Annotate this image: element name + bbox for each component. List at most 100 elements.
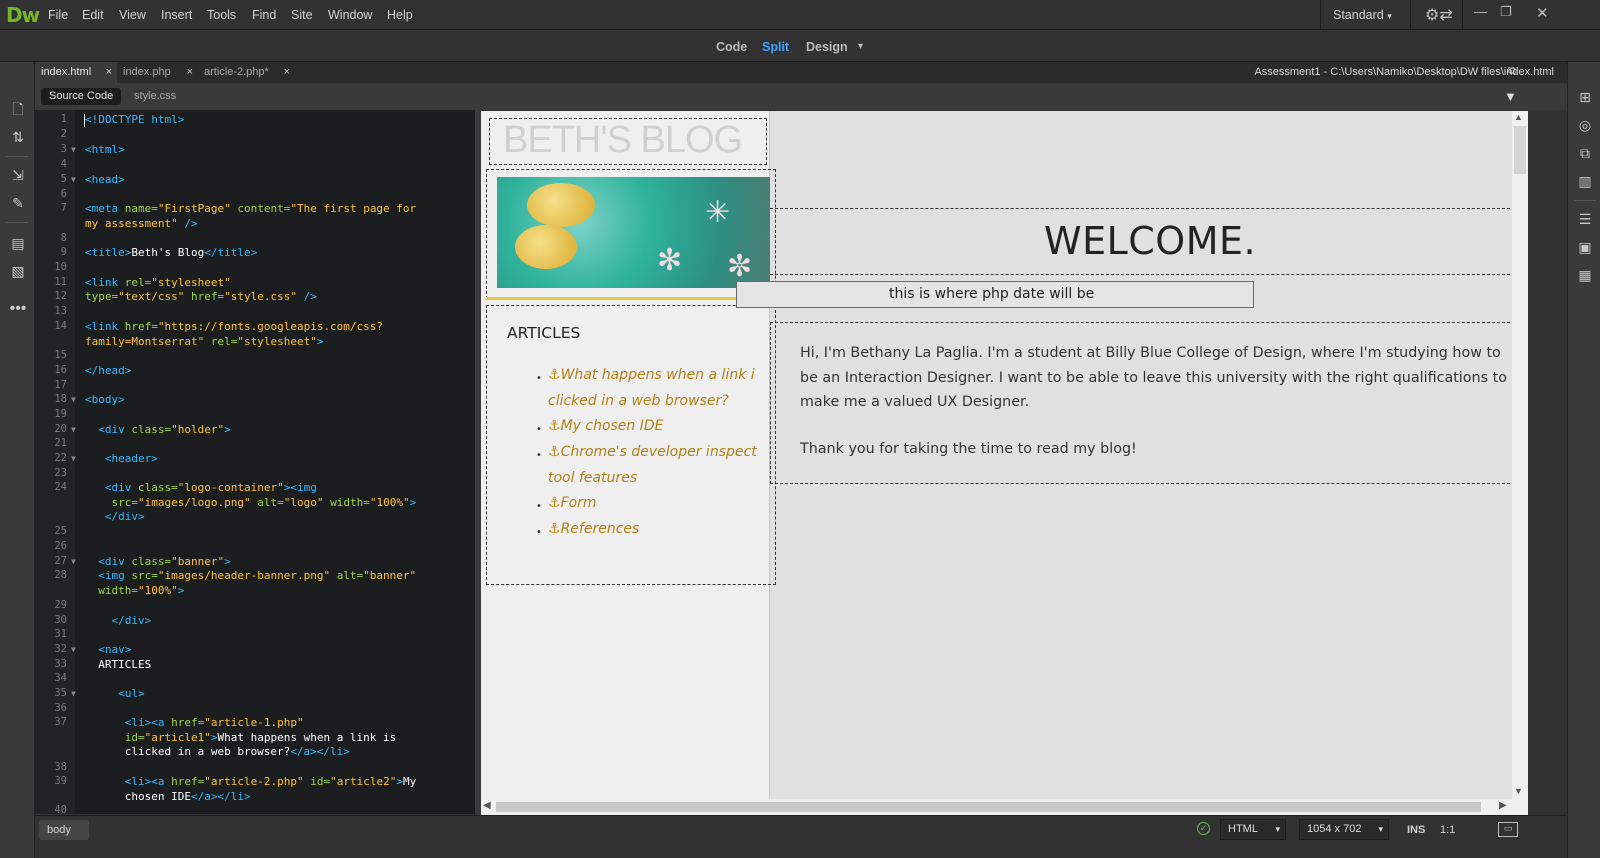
articles-heading: ARTICLES <box>507 324 581 342</box>
code-line[interactable]: <div class="holder"> <box>85 423 230 438</box>
fold-arrow-icon[interactable]: ▼ <box>71 557 76 566</box>
design-vertical-scrollbar[interactable] <box>1512 111 1528 799</box>
tab-article-2-php[interactable]: article-2.php* × <box>198 62 295 83</box>
article-link-3[interactable]: ⚓Chrome's developer inspect <box>548 444 757 460</box>
detach-window-icon[interactable]: ⧉ <box>1508 65 1516 78</box>
design-view-button[interactable]: Design <box>806 40 848 54</box>
restore-icon[interactable]: ❐ <box>1500 4 1512 20</box>
menu-edit[interactable]: Edit <box>82 8 104 22</box>
code-line[interactable]: <div class="logo-container"><img src="im… <box>85 481 416 525</box>
menu-site[interactable]: Site <box>291 8 313 22</box>
code-line[interactable]: type="text/css" href="style.css" /> <box>85 290 317 305</box>
workspace-switcher[interactable]: Standard ▾ <box>1333 8 1392 22</box>
close-tab-icon[interactable]: × <box>284 62 290 83</box>
menu-insert[interactable]: Insert <box>161 8 192 22</box>
code-line[interactable]: <html> <box>85 143 125 158</box>
new-document-icon[interactable]: 🗋 <box>9 100 27 118</box>
gear-sync-icon[interactable]: ⚙⇄ <box>1425 5 1453 25</box>
code-line[interactable]: <ul> <box>85 687 145 702</box>
close-icon[interactable]: ✕ <box>1536 4 1549 22</box>
code-view-button[interactable]: Code <box>716 40 747 54</box>
no-errors-icon[interactable]: ✓ <box>1197 822 1210 835</box>
snippets-panel-icon[interactable]: ▦ <box>1576 266 1594 284</box>
code-line[interactable]: <link href="https://fonts.googleapis.com… <box>85 320 383 349</box>
menu-window[interactable]: Window <box>328 8 372 22</box>
code-line[interactable]: <img src="images/header-banner.png" alt=… <box>85 569 416 598</box>
code-line[interactable]: <body> <box>85 393 125 408</box>
code-line[interactable]: <head> <box>85 173 125 188</box>
chevron-down-icon[interactable]: ▾ <box>858 41 863 52</box>
files-panel-icon[interactable]: ☰ <box>1576 210 1594 228</box>
code-line[interactable]: </head> <box>85 364 131 379</box>
insert-mode[interactable]: INS <box>1407 824 1425 836</box>
fold-arrow-icon[interactable]: ▼ <box>71 645 76 654</box>
code-line[interactable]: <li><a href="article-1.php" id="article1… <box>85 716 397 760</box>
expand-collapse-icon[interactable]: ⇲ <box>9 166 27 184</box>
status-bar: body ✓ HTML ▾ 1054 x 702 ▾ INS 1:1 ▭ <box>35 815 1567 858</box>
dom-panel-icon[interactable]: ⊞ <box>1576 88 1594 106</box>
menu-file[interactable]: File <box>48 8 68 22</box>
code-editor[interactable]: 1 <!DOCTYPE html> 2 3 ▼ <html> 4 5 ▼ <head> 6 7 <met… <box>35 110 475 814</box>
line-number: 2 <box>60 128 67 140</box>
code-line[interactable]: <div class="banner"> <box>85 555 230 570</box>
scroll-thumb[interactable] <box>1514 126 1526 174</box>
window-size-select[interactable]: 1054 x 702 ▾ <box>1299 819 1389 840</box>
line-number: 20 <box>54 423 67 435</box>
minimize-icon[interactable]: — <box>1474 4 1487 19</box>
close-tab-icon[interactable]: × <box>187 62 193 83</box>
article-link-1-cont[interactable]: clicked in a web browser? <box>548 393 729 409</box>
article-link-4[interactable]: ⚓Form <box>548 495 597 511</box>
fold-arrow-icon[interactable]: ▼ <box>71 425 76 434</box>
preview-device-icon[interactable]: ▭ <box>1498 822 1518 837</box>
fold-arrow-icon[interactable]: ▼ <box>71 689 76 698</box>
article-link-3-cont[interactable]: tool features <box>548 470 637 486</box>
code-line[interactable]: <header> <box>85 452 158 467</box>
code-line[interactable]: <title>Beth's Blog</title> <box>85 246 257 261</box>
code-line[interactable]: <link rel="stylesheet" <box>85 276 231 291</box>
more-options-icon[interactable]: ••• <box>9 300 27 318</box>
fold-arrow-icon[interactable]: ▼ <box>71 145 76 154</box>
code-line[interactable]: </div> <box>85 614 152 629</box>
insert-panel-icon[interactable]: ⧉ <box>1576 144 1594 162</box>
file-transfer-icon[interactable]: ⇅ <box>9 128 27 146</box>
article-link-2[interactable]: ⚓My chosen IDE <box>548 418 664 434</box>
article-link-1[interactable]: ⚓What happens when a link i <box>548 367 755 383</box>
fold-arrow-icon[interactable]: ▼ <box>71 454 76 463</box>
code-line[interactable]: <meta name="FirstPage" content="The firs… <box>85 202 416 231</box>
format-icon[interactable]: ✎ <box>9 194 27 212</box>
scroll-thumb[interactable] <box>496 802 1481 812</box>
code-line[interactable]: ARTICLES <box>85 658 151 673</box>
document-type-select[interactable]: HTML ▾ <box>1220 819 1286 840</box>
article-link-5[interactable]: ⚓References <box>548 521 639 537</box>
filter-icon[interactable]: ▼ <box>1504 89 1517 104</box>
code-line[interactable]: <li><a href="article-2.php" id="article2… <box>85 775 416 804</box>
scroll-up-arrow-icon[interactable]: ▲ <box>1514 112 1523 122</box>
menu-view[interactable]: View <box>119 8 146 22</box>
related-file-source-code[interactable]: Source Code <box>41 88 122 105</box>
fold-arrow-icon[interactable]: ▼ <box>71 175 76 184</box>
menu-help[interactable]: Help <box>387 8 413 22</box>
line-number: 17 <box>54 379 67 391</box>
related-file-style-css[interactable]: style.css <box>126 88 184 105</box>
design-view[interactable]: BETH'S BLOG ✳ ✻ ✼ ARTICLES • ⚓What happe… <box>481 111 1528 799</box>
tag-selector-body[interactable]: body <box>39 820 89 840</box>
comment-icon[interactable]: ▤ <box>9 234 27 252</box>
scroll-down-arrow-icon[interactable]: ▼ <box>1514 786 1523 796</box>
code-line[interactable]: <!DOCTYPE html> <box>85 113 184 128</box>
scroll-left-arrow-icon[interactable]: ◀ <box>483 800 491 811</box>
assets-panel-icon[interactable]: ▣ <box>1576 238 1594 256</box>
tab-index-php[interactable]: index.php × <box>117 62 198 83</box>
line-number: 1 <box>60 113 67 125</box>
line-number: 18 <box>54 393 67 405</box>
scroll-right-arrow-icon[interactable]: ▶ <box>1499 800 1507 811</box>
css-designer-icon[interactable]: ▥ <box>1576 172 1594 190</box>
menu-tools[interactable]: Tools <box>207 8 236 22</box>
creative-cloud-icon[interactable]: ◎ <box>1576 116 1594 134</box>
code-line[interactable]: <nav> <box>85 643 131 658</box>
split-view-button[interactable]: Split <box>762 40 789 54</box>
menu-find[interactable]: Find <box>252 8 276 22</box>
wrap-tag-icon[interactable]: ▧ <box>9 262 27 280</box>
tab-index-html[interactable]: index.html × <box>35 62 117 83</box>
close-tab-icon[interactable]: × <box>106 62 112 83</box>
fold-arrow-icon[interactable]: ▼ <box>71 395 76 404</box>
